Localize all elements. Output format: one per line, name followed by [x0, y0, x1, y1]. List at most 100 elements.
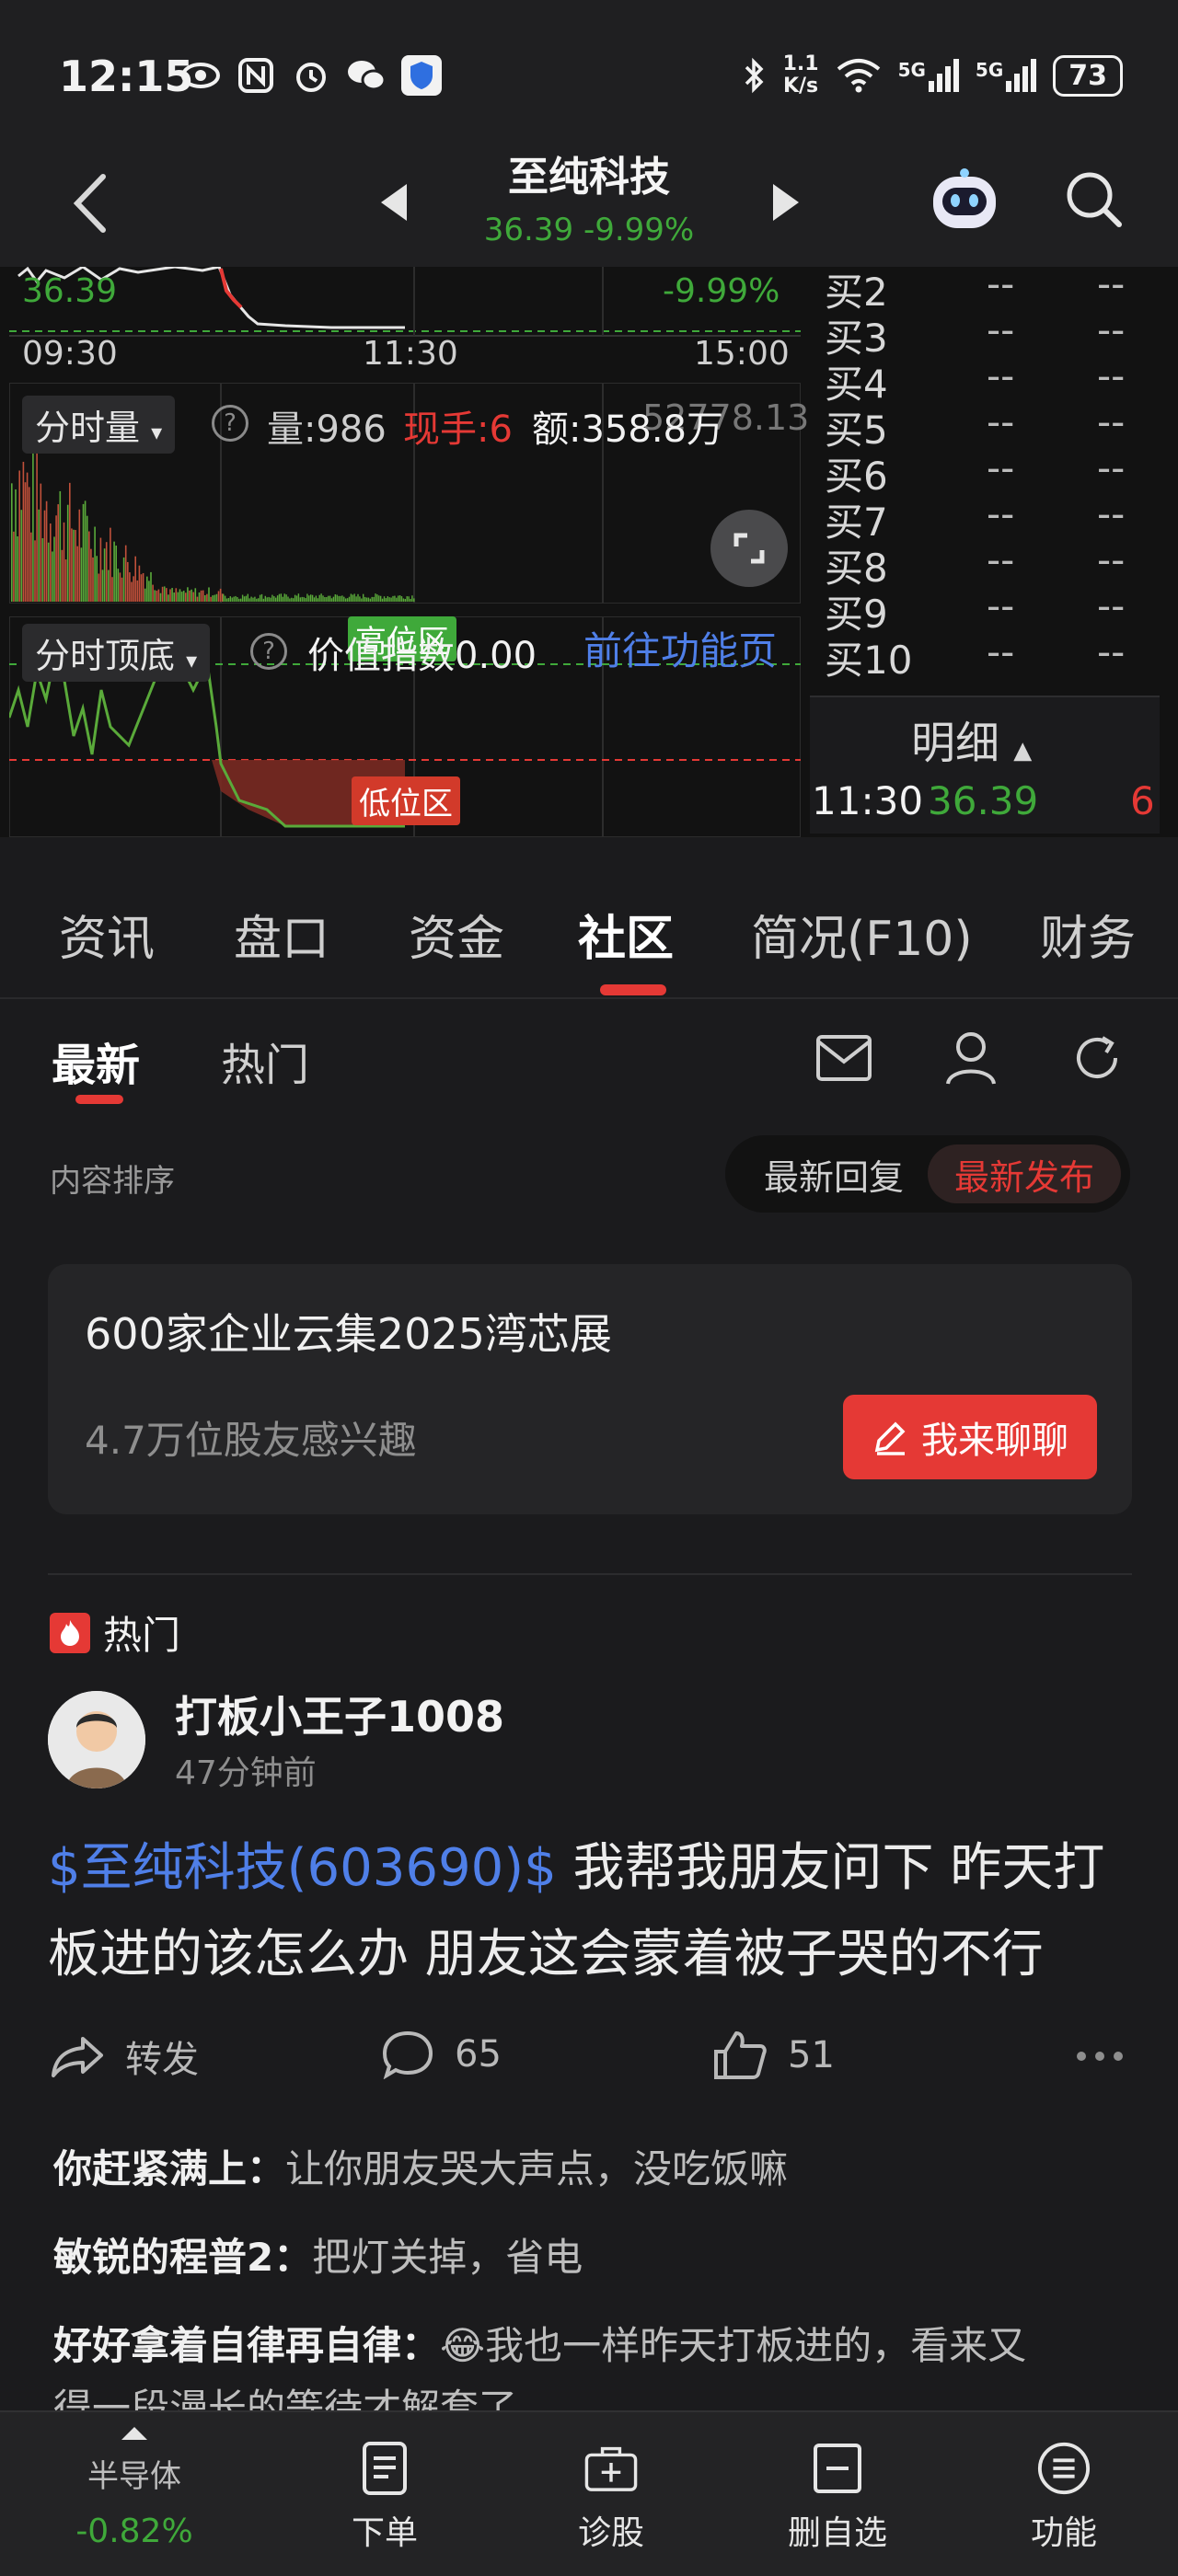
- nav-diagnose[interactable]: 诊股: [519, 2412, 703, 2576]
- volume-bar: [355, 596, 357, 602]
- trade-detail[interactable]: 明细 ▲ 11:30 36.39 6: [810, 696, 1160, 834]
- volume-bar: [200, 590, 202, 602]
- tab-funds[interactable]: 资金: [409, 900, 504, 969]
- volume-bar: [119, 572, 121, 602]
- author-avatar[interactable]: [48, 1691, 145, 1788]
- nav-functions[interactable]: 功能: [972, 2412, 1156, 2576]
- volume-bar: [171, 588, 173, 602]
- volume-bar: [330, 598, 333, 602]
- indicator-help-icon[interactable]: ?: [250, 633, 287, 670]
- chart-price-left: 36.39: [22, 272, 118, 310]
- battery-indicator: 73: [1053, 54, 1123, 97]
- volume-bar: [210, 596, 212, 602]
- subtab-hot[interactable]: 热门: [221, 1029, 309, 1093]
- post-author[interactable]: 打板小王子1008: [175, 1684, 504, 1744]
- post-content[interactable]: $至纯科技(603690)$ 我帮我朋友问下 昨天打板进的该怎么办 朋友这会蒙着…: [48, 1825, 1134, 1998]
- volume-bar: [24, 482, 27, 602]
- refresh-icon[interactable]: [1069, 1030, 1125, 1086]
- volume-bar: [276, 595, 279, 602]
- volume-bar: [20, 510, 23, 602]
- volume-bar: [47, 542, 50, 602]
- sector-indicator[interactable]: 半导体 -0.82%: [42, 2412, 226, 2576]
- volume-bar: [297, 593, 300, 602]
- volume-bar: [227, 598, 230, 602]
- volume-selector[interactable]: 分时量 ▾: [22, 396, 176, 454]
- volume-bar: [243, 596, 246, 602]
- search-icon[interactable]: [1064, 169, 1125, 230]
- sort-label: 内容排序: [50, 1163, 175, 1200]
- tab-community[interactable]: 社区: [578, 900, 674, 969]
- help-icon[interactable]: ?: [212, 405, 248, 442]
- volume-bar: [64, 559, 67, 602]
- volume-bar: [332, 596, 335, 602]
- forward-button[interactable]: 转发: [50, 2030, 199, 2083]
- like-button[interactable]: 51: [712, 2030, 835, 2081]
- expand-chart-button[interactable]: [710, 510, 788, 587]
- sort-latest-publish[interactable]: 最新发布: [928, 1144, 1121, 1203]
- system-status-icons: 1.1 K/s 5G 5G 73: [743, 53, 1123, 98]
- comment-item[interactable]: 你赶紧满上：让你朋友哭大声点，没吃饭嘛: [53, 2138, 788, 2194]
- volume-bar: [334, 594, 336, 602]
- user-icon[interactable]: [944, 1030, 998, 1086]
- tab-orderbook[interactable]: 盘口: [234, 900, 329, 969]
- sub-tab-bar: 最新 热门: [0, 999, 1178, 1119]
- comment-item[interactable]: 好好拿着自律再自律：😂我也一样昨天打板进的，看来又: [53, 2315, 1026, 2371]
- order-row: 买3 -- --: [825, 307, 1126, 361]
- mail-icon[interactable]: [815, 1034, 872, 1082]
- tab-finance[interactable]: 财务: [1040, 900, 1136, 969]
- indicator-selector[interactable]: 分时顶底 ▾: [22, 624, 211, 682]
- volume-bar: [185, 592, 187, 602]
- nav-remove-watchlist[interactable]: 删自选: [745, 2412, 930, 2576]
- intraday-chart[interactable]: 36.39 -9.99% 09:30 11:30 15:00 分时量 ▾ ? 量…: [0, 261, 1178, 837]
- subtab-latest[interactable]: 最新: [52, 1029, 140, 1093]
- nav-place-order[interactable]: 下单: [293, 2412, 477, 2576]
- volume-bar: [45, 500, 48, 602]
- volume-bar: [204, 594, 206, 602]
- tab-news[interactable]: 资讯: [59, 900, 155, 969]
- status-time: 12:15: [59, 52, 194, 101]
- volume-bar: [305, 598, 306, 602]
- volume-bar: [167, 594, 169, 602]
- more-icon[interactable]: [1077, 2052, 1123, 2061]
- volume-bar: [99, 537, 102, 602]
- volume-bar: [322, 595, 324, 602]
- volume-bar: [235, 595, 237, 602]
- sort-row: 内容排序 最新回复 最新发布: [0, 1122, 1178, 1224]
- volume-bar: [214, 594, 216, 602]
- volume-bar: [34, 540, 36, 602]
- hot-tag: 热门: [50, 1604, 180, 1661]
- join-chat-button[interactable]: 我来聊聊: [843, 1395, 1097, 1479]
- order-row: 买7 -- --: [825, 491, 1126, 545]
- stock-ticker-link[interactable]: $至纯科技(603690)$: [48, 1838, 557, 1898]
- volume-bar: [400, 596, 403, 602]
- next-stock-icon[interactable]: [769, 180, 803, 224]
- volume-bar: [156, 591, 158, 602]
- volume-bar: [394, 595, 396, 602]
- volume-bar: [231, 597, 233, 602]
- volume-bar: [359, 596, 361, 602]
- volume-bar: [293, 598, 294, 602]
- volume-bar: [402, 598, 405, 602]
- volume-bar: [245, 595, 248, 602]
- volume-bar: [108, 569, 110, 602]
- volume-bar: [388, 597, 390, 602]
- volume-bar: [308, 595, 310, 602]
- comment-button[interactable]: 65: [381, 2030, 502, 2079]
- ai-robot-icon[interactable]: [928, 166, 1001, 236]
- sort-latest-reply[interactable]: 最新回复: [740, 1144, 928, 1203]
- sector-name: 半导体: [87, 2458, 181, 2495]
- volume-bar: [152, 584, 154, 602]
- volume-bar: [11, 483, 13, 602]
- tab-profile-f10[interactable]: 简况(F10): [751, 900, 973, 969]
- goto-function-link[interactable]: 前往功能页: [583, 620, 777, 676]
- volume-bar: [390, 597, 392, 602]
- bottom-nav: 半导体 -0.82% 下单 诊股 删自选 功能: [0, 2410, 1178, 2576]
- comment-item[interactable]: 敏锐的程普2：把灯关掉，省电: [53, 2226, 583, 2283]
- volume-bar: [353, 593, 355, 602]
- topic-card[interactable]: 600家企业云集2025湾芯展 4.7万位股友感兴趣 我来聊聊: [48, 1264, 1132, 1514]
- volume-bar: [61, 549, 64, 602]
- volume-bar: [84, 500, 87, 602]
- volume-bar: [291, 597, 293, 602]
- menu-circle-icon: [1037, 2442, 1091, 2495]
- volume-bar: [365, 597, 368, 602]
